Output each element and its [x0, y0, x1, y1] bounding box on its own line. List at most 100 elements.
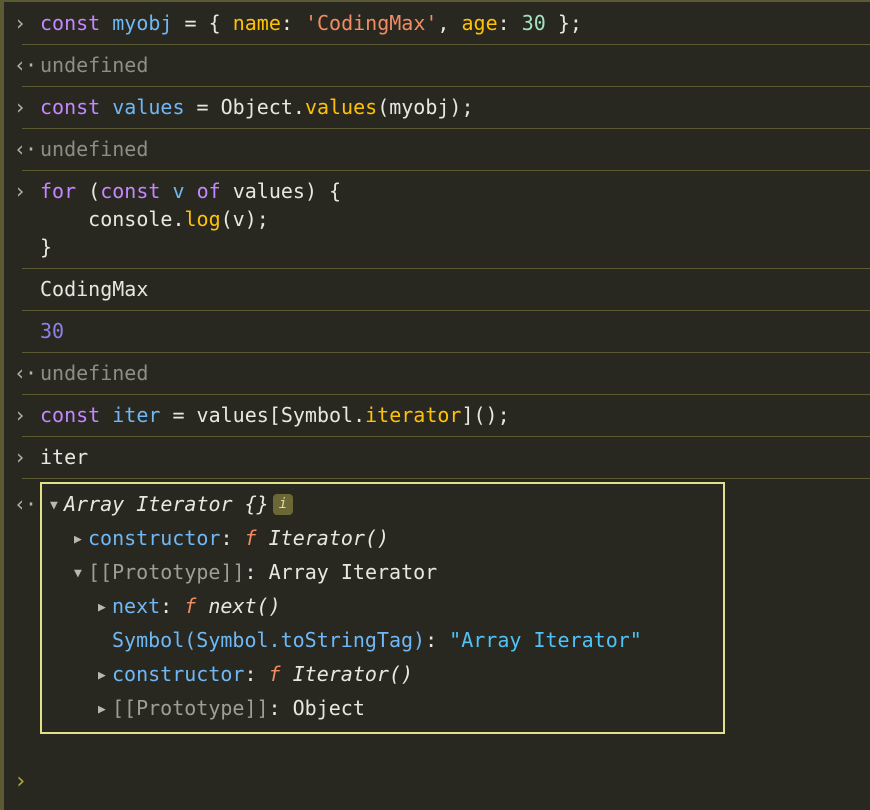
code-token: Array Iterator — [268, 560, 438, 584]
console-row-text: undefined — [40, 51, 870, 79]
chevron-right-icon[interactable]: ▶ — [98, 660, 112, 692]
console-row-text: for (const v of values) { console.log(v)… — [40, 177, 870, 261]
code-token: 30 — [40, 319, 65, 343]
object-root-node[interactable]: ▼ Array Iterator {} i — [42, 488, 723, 522]
code-token: Iterator() — [292, 662, 414, 686]
code-token: v — [172, 179, 185, 203]
chevron-down-icon[interactable]: ▼ — [50, 490, 64, 522]
code-token: : — [280, 11, 305, 35]
code-token: , — [437, 11, 462, 35]
result-arrow-icon: ‹· — [14, 53, 37, 77]
code-token: constructor — [88, 526, 221, 550]
code-token: values — [304, 95, 378, 119]
code-token: ( — [76, 179, 101, 203]
code-token: const — [40, 95, 101, 119]
console-input-row: › const iter = values[Symbol.iterator](); — [4, 394, 870, 436]
chevron-right-icon[interactable]: ▶ — [98, 592, 112, 624]
code-token: Iterator() — [268, 526, 390, 550]
console-input-row: › iter — [4, 436, 870, 478]
code-token: Array Iterator {} — [64, 492, 269, 516]
info-badge-icon[interactable]: i — [272, 494, 294, 515]
code-token: next() — [208, 594, 281, 618]
code-token: [[Prototype]] — [112, 696, 269, 720]
code-token: of — [196, 179, 221, 203]
code-token: const — [40, 403, 101, 427]
input-chevron-icon: › — [14, 445, 27, 469]
chevron-right-icon[interactable]: ▶ — [74, 524, 88, 556]
tree-spacer-icon — [98, 626, 112, 658]
code-token: iter — [112, 403, 161, 427]
console-message-list: › const myobj = { name: 'CodingMax', age:… — [4, 2, 870, 734]
code-token: [[Prototype]] — [88, 560, 245, 584]
object-tree-node[interactable]: ▶ [[Prototype]]: Object — [42, 692, 723, 726]
code-token: (myobj); — [377, 95, 474, 119]
code-token: undefined — [40, 53, 149, 77]
code-token: ](); — [461, 403, 510, 427]
object-tree-node[interactable]: ▼ [[Prototype]]: Array Iterator — [42, 556, 723, 590]
console-object-result-row: ‹· ▼ Array Iterator {} i ▶ constructor: f Ite… — [4, 478, 870, 734]
code-token: age — [461, 11, 498, 35]
code-token: = { — [172, 11, 233, 35]
code-token: : — [244, 662, 269, 686]
code-token: for — [40, 179, 77, 203]
code-token: undefined — [40, 137, 149, 161]
console-input-row: › const myobj = { name: 'CodingMax', age:… — [4, 2, 870, 44]
code-token: values — [112, 95, 185, 119]
code-token: iterator — [365, 403, 462, 427]
console-row-text: 30 — [40, 317, 870, 345]
object-tree-node[interactable]: ▶ constructor: f Iterator() — [42, 658, 723, 692]
object-tree-node[interactable]: ▶ next: f next() — [42, 590, 723, 624]
input-chevron-icon: › — [14, 179, 27, 203]
object-tree-node[interactable]: Symbol(Symbol.toStringTag): "Array Itera… — [42, 624, 723, 658]
console-row-text: undefined — [40, 135, 870, 163]
input-chevron-icon: › — [14, 95, 27, 119]
console-result-row: ‹· undefined — [4, 352, 870, 394]
code-token: myobj — [112, 11, 173, 35]
console-input-row: › for (const v of values) { console.log(v… — [4, 170, 870, 268]
console-result-row: ‹· undefined — [4, 128, 870, 170]
code-token: Object — [292, 696, 365, 720]
code-token: : — [220, 526, 245, 550]
input-chevron-icon: › — [14, 11, 27, 35]
code-token: constructor — [112, 662, 245, 686]
console-prompt-row[interactable]: › — [4, 762, 870, 802]
code-token: : — [160, 594, 185, 618]
code-token: name — [232, 11, 281, 35]
code-token: f — [184, 594, 197, 618]
console-row-text: const iter = values[Symbol.iterator](); — [40, 401, 870, 429]
console-row-text: CodingMax — [40, 275, 870, 303]
code-token: f — [244, 526, 257, 550]
console-log-row: CodingMax — [4, 268, 870, 310]
code-token: : — [244, 560, 269, 584]
console-row-text: undefined — [40, 359, 870, 387]
chevron-right-icon[interactable]: ▶ — [98, 694, 112, 726]
devtools-console-panel[interactable]: › const myobj = { name: 'CodingMax', age:… — [0, 0, 870, 810]
console-log-row: 30 — [4, 310, 870, 352]
result-arrow-icon: ‹· — [14, 492, 37, 516]
prompt-caret-icon: › — [14, 769, 28, 794]
code-token: iter — [40, 445, 89, 469]
console-result-row: ‹· undefined — [4, 44, 870, 86]
chevron-down-icon[interactable]: ▼ — [74, 558, 88, 590]
code-token: 'CodingMax' — [304, 11, 438, 35]
input-chevron-icon: › — [14, 403, 27, 427]
object-inspector-wrapper: ▼ Array Iterator {} i ▶ constructor: f Itera… — [40, 482, 870, 734]
console-row-text: iter — [40, 443, 870, 471]
console-input-row: › const values = Object.values(myobj); — [4, 86, 870, 128]
code-token: next — [112, 594, 161, 618]
code-token: Symbol(Symbol.toStringTag) — [112, 628, 426, 652]
object-inspector-box[interactable]: ▼ Array Iterator {} i ▶ constructor: f Itera… — [40, 482, 725, 734]
console-row-text: const values = Object.values(myobj); — [40, 93, 870, 121]
code-token: : — [497, 11, 522, 35]
object-tree-node[interactable]: ▶ constructor: f Iterator() — [42, 522, 723, 556]
code-token: 30 — [521, 11, 546, 35]
code-token: : — [268, 696, 293, 720]
